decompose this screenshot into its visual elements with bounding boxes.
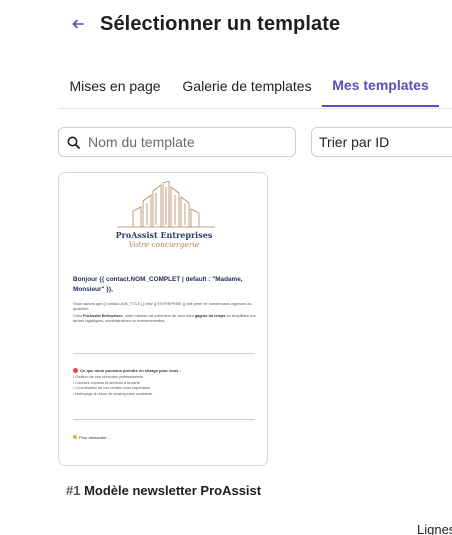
sort-select-value: Trier par ID [319, 134, 390, 150]
tab-galerie-de-templates[interactable]: Galerie de templates [172, 64, 322, 107]
page-header: Sélectionner un template [70, 12, 340, 36]
preview-paragraph-2: Chez ProAssist Entreprises, notre missio… [73, 314, 256, 324]
template-card[interactable]: ProAssist Entreprises Votre conciergerie… [58, 172, 268, 466]
preview-greeting: Bonjour {{ contact.NOM_COMPLET | default… [73, 276, 243, 293]
arrow-left-icon [72, 19, 84, 29]
list-item: • Nettoyage & retour de leasing sans con… [73, 391, 153, 396]
tab-mises-en-page[interactable]: Mises en page [58, 64, 172, 107]
template-card-title[interactable]: #1 Modèle newsletter ProAssist [66, 483, 261, 498]
template-id: #1 [66, 483, 81, 498]
search-icon [66, 135, 80, 149]
brand-tagline: Votre conciergerie [128, 240, 200, 249]
tab-mes-templates[interactable]: Mes templates [322, 64, 439, 107]
search-box[interactable] [58, 127, 296, 157]
list-item: • Coordination de vos rendez-vous import… [73, 386, 150, 391]
preview-services-title: Ce que nous pouvons prendre en charge po… [73, 368, 181, 373]
preview-footer-hint: Pour demander... [73, 435, 110, 440]
target-icon [73, 368, 78, 373]
list-item: • Gestion de vos véhicules professionnel… [73, 375, 144, 379]
page: Sélectionner un template Mises en page G… [0, 0, 452, 535]
search-input[interactable] [88, 134, 278, 150]
lines-label: Lignes [417, 522, 452, 535]
bullet-icon [73, 435, 77, 439]
preview-divider [73, 419, 255, 420]
preview-paragraph-1: Nous savons que {{ contact.JOB_TITLE }} … [73, 302, 252, 312]
sort-select[interactable]: Trier par ID [311, 127, 452, 157]
back-button[interactable] [70, 16, 86, 32]
tab-bar: Mises en page Galerie de templates Mes t… [58, 64, 452, 109]
brand-name: ProAssist Entreprises [115, 230, 213, 240]
preview-divider [73, 353, 255, 354]
template-preview: ProAssist Entreprises Votre conciergerie… [71, 181, 257, 461]
template-name: Modèle newsletter ProAssist [84, 483, 262, 498]
page-title: Sélectionner un template [100, 12, 341, 35]
preview-services-list: • Gestion de vos véhicules professionnel… [73, 375, 152, 397]
